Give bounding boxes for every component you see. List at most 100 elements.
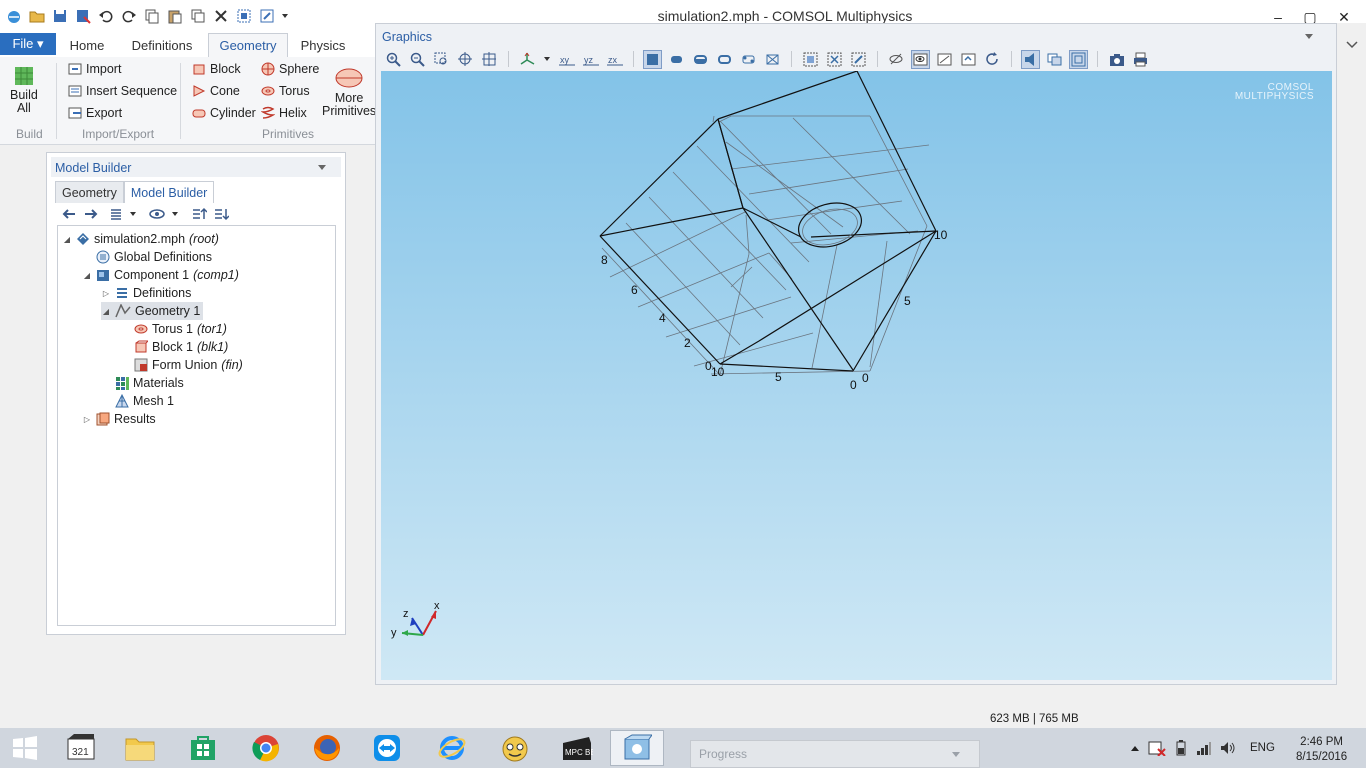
block-button[interactable]: Block bbox=[192, 62, 241, 76]
tree-node-geometry-1[interactable]: ◢ Geometry 1 bbox=[101, 302, 204, 320]
paste-icon[interactable] bbox=[165, 6, 184, 25]
wireframe-rendering-icon[interactable] bbox=[1069, 49, 1088, 69]
build-all-button[interactable]: Build All bbox=[10, 65, 38, 115]
taskbar-file-explorer[interactable] bbox=[113, 730, 167, 766]
panel-menu-icon[interactable] bbox=[317, 164, 327, 172]
taskbar-teamviewer[interactable] bbox=[360, 730, 414, 766]
tree-node-mesh-1[interactable]: Mesh 1 bbox=[101, 392, 174, 410]
print-icon[interactable] bbox=[1131, 50, 1150, 69]
graphics-canvas[interactable]: COMSOL MULTIPHYSICS 8 6 4 2 0 10 5 0 0 5… bbox=[381, 71, 1332, 680]
expand-toggle[interactable]: ◢ bbox=[101, 307, 111, 316]
cone-button[interactable]: Cone bbox=[192, 84, 240, 98]
select-edges-icon[interactable] bbox=[715, 50, 734, 69]
image-snapshot-icon[interactable] bbox=[1107, 50, 1126, 69]
select-boundaries-icon[interactable] bbox=[691, 50, 710, 69]
start-button[interactable] bbox=[0, 730, 50, 766]
scene-light-icon[interactable] bbox=[1021, 49, 1040, 69]
hide-selected-icon[interactable] bbox=[935, 50, 954, 69]
show-hidden-icons-icon[interactable] bbox=[1130, 744, 1140, 752]
expand-toggle[interactable]: ▷ bbox=[101, 289, 111, 298]
tree-node-component-1[interactable]: ◢ Component 1 (comp1) bbox=[82, 266, 239, 284]
tree-node-results[interactable]: ▷ Results bbox=[82, 410, 156, 428]
show-icon[interactable] bbox=[149, 207, 165, 221]
geometry-view[interactable]: 8 6 4 2 0 10 5 0 0 5 10 z x y bbox=[381, 71, 1332, 680]
export-button[interactable]: Export bbox=[68, 106, 122, 120]
undo-icon[interactable] bbox=[96, 6, 115, 25]
tree-node-root[interactable]: ◢ simulation2.mph (root) bbox=[62, 230, 219, 248]
tab-geometry-panel[interactable]: Geometry bbox=[55, 181, 124, 203]
expand-toggle[interactable]: ▷ bbox=[82, 415, 92, 424]
more-primitives-button[interactable]: More Primitives bbox=[322, 67, 376, 118]
tree-node-global-definitions[interactable]: Global Definitions bbox=[82, 248, 212, 266]
insert-sequence-button[interactable]: Insert Sequence bbox=[68, 84, 177, 98]
sphere-button[interactable]: Sphere bbox=[261, 62, 319, 76]
tab-model-builder[interactable]: Model Builder bbox=[123, 181, 215, 203]
view-zx-icon[interactable]: zx bbox=[605, 50, 624, 69]
duplicate-icon[interactable] bbox=[188, 6, 207, 25]
select-icon[interactable] bbox=[234, 6, 253, 25]
show-list-icon[interactable] bbox=[109, 207, 123, 221]
zoom-box-icon[interactable] bbox=[432, 50, 451, 69]
forward-icon[interactable] bbox=[83, 207, 99, 221]
taskbar-comsol[interactable] bbox=[610, 730, 664, 766]
clock[interactable]: 2:46 PM 8/15/2016 bbox=[1296, 735, 1347, 765]
save-as-icon[interactable] bbox=[73, 6, 92, 25]
file-menu-button[interactable]: File ▾ bbox=[0, 33, 56, 55]
tree-node-materials[interactable]: Materials bbox=[101, 374, 184, 392]
select-points-icon[interactable] bbox=[739, 50, 758, 69]
cylinder-button[interactable]: Cylinder bbox=[192, 106, 256, 120]
tab-geometry[interactable]: Geometry bbox=[208, 33, 288, 57]
helix-button[interactable]: Helix bbox=[261, 106, 307, 120]
tab-definitions[interactable]: Definitions bbox=[122, 33, 202, 57]
zoom-in-icon[interactable] bbox=[384, 50, 403, 69]
panel-menu-icon[interactable] bbox=[1304, 33, 1314, 41]
network-icon[interactable] bbox=[1196, 740, 1212, 756]
tree-node-torus-1[interactable]: Torus 1 (tor1) bbox=[120, 320, 227, 338]
tree-node-form-union[interactable]: Form Union (fin) bbox=[120, 356, 243, 374]
view-yz-icon[interactable]: yz bbox=[581, 50, 600, 69]
tab-physics[interactable]: Physics bbox=[294, 33, 352, 57]
back-icon[interactable] bbox=[61, 207, 77, 221]
torus-button[interactable]: Torus bbox=[261, 84, 310, 98]
volume-icon[interactable] bbox=[1220, 740, 1236, 756]
zoom-extents-icon[interactable] bbox=[480, 50, 499, 69]
select-domains-icon[interactable] bbox=[667, 50, 686, 69]
view-xy-icon[interactable]: xy bbox=[557, 50, 576, 69]
save-icon[interactable] bbox=[50, 6, 69, 25]
copy-icon[interactable] bbox=[142, 6, 161, 25]
delete-icon[interactable] bbox=[211, 6, 230, 25]
select-adjacent-icon[interactable] bbox=[763, 50, 782, 69]
transparency-icon[interactable] bbox=[1045, 50, 1064, 69]
battery-icon[interactable] bbox=[1174, 740, 1188, 756]
action-center-icon[interactable] bbox=[1148, 740, 1166, 756]
expand-toggle[interactable]: ◢ bbox=[82, 271, 92, 280]
refresh-icon[interactable] bbox=[983, 50, 1002, 69]
comsol-app-icon[interactable] bbox=[4, 6, 23, 25]
taskbar-firefox[interactable] bbox=[300, 730, 354, 766]
tab-home[interactable]: Home bbox=[60, 33, 114, 57]
reset-hiding-icon[interactable] bbox=[959, 50, 978, 69]
taskbar-gom-player[interactable] bbox=[488, 730, 542, 766]
zoom-selected-icon[interactable] bbox=[456, 50, 475, 69]
taskbar-mpc-be[interactable]: MPC BE bbox=[550, 730, 604, 766]
dropdown-icon[interactable] bbox=[542, 50, 552, 69]
redo-icon[interactable] bbox=[119, 6, 138, 25]
import-button[interactable]: Import bbox=[68, 62, 121, 76]
dropdown-icon[interactable] bbox=[129, 210, 137, 218]
select-box-icon[interactable] bbox=[801, 50, 820, 69]
expand-toggle[interactable]: ◢ bbox=[62, 235, 72, 244]
chevron-down-icon[interactable] bbox=[951, 751, 961, 759]
taskbar-store[interactable] bbox=[176, 730, 230, 766]
clear-selection-icon[interactable] bbox=[849, 50, 868, 69]
language-indicator[interactable]: ENG bbox=[1250, 742, 1275, 754]
select-all-icon[interactable] bbox=[825, 50, 844, 69]
taskbar-chrome[interactable] bbox=[239, 730, 293, 766]
chevron-down-icon[interactable] bbox=[1345, 39, 1359, 51]
tree-node-block-1[interactable]: Block 1 (blk1) bbox=[120, 338, 228, 356]
hide-icon[interactable] bbox=[887, 50, 906, 69]
collapse-all-icon[interactable] bbox=[191, 207, 207, 221]
select-objects-icon[interactable] bbox=[643, 49, 662, 69]
show-objects-icon[interactable] bbox=[911, 49, 930, 69]
taskbar-321-player[interactable]: 321 bbox=[54, 730, 108, 766]
tree-node-definitions[interactable]: ▷ Definitions bbox=[101, 284, 191, 302]
